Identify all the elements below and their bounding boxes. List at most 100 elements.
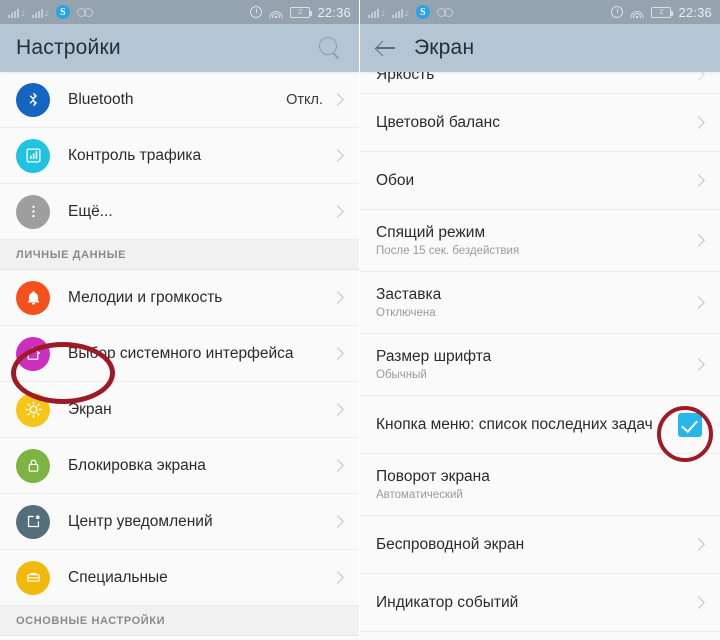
list-item-label: Беспроводной экран (376, 535, 525, 553)
chevron-right-icon (692, 72, 705, 81)
list-item-accessibility[interactable]: Специальные (0, 550, 359, 606)
list-item-label: Цветовой баланс (376, 113, 500, 131)
list-item-label: Спящий режим (376, 224, 486, 241)
section-header-personal: ЛИЧНЫЕ ДАННЫЕ (0, 240, 359, 270)
list-item-display[interactable]: Экран (0, 382, 359, 438)
list-item-wireless-display[interactable]: Беспроводной экран (360, 516, 720, 574)
dual-screenshot: 1 2 S 2 22:36 Настройки Bluetooth Откл. … (0, 0, 720, 640)
chevron-right-icon (331, 291, 344, 304)
back-arrow-icon[interactable] (374, 36, 398, 60)
list-item-wallpaper[interactable]: Обои (360, 152, 720, 210)
bluetooth-icon (16, 82, 50, 117)
list-item-date-time[interactable]: Дата и время (0, 636, 359, 640)
skype-icon: S (415, 5, 430, 19)
battery-icon: 2 (651, 6, 674, 18)
chevron-right-icon (331, 459, 344, 472)
chevron-right-icon (692, 174, 705, 187)
more-dots-icon (16, 194, 50, 229)
list-item-label: Обои (376, 171, 415, 189)
list-item-label: Центр уведомлений (68, 512, 213, 530)
list-item-color-balance[interactable]: Цветовой баланс (360, 94, 720, 152)
status-bar-clock: 22:36 (317, 4, 351, 20)
list-item-value: Откл. (286, 91, 323, 108)
accessibility-icon (16, 560, 50, 595)
voicemail-icon (436, 7, 453, 17)
chevron-right-icon (331, 93, 344, 106)
wifi-icon (269, 7, 283, 18)
list-item-label: Блокировка экрана (68, 456, 206, 474)
list-item-label: Ещё... (68, 202, 113, 220)
list-item-label: Индикатор событий (376, 593, 519, 611)
voicemail-icon (76, 7, 93, 17)
list-item-brightness[interactable]: Яркость (360, 72, 720, 94)
settings-list-left[interactable]: Bluetooth Откл. Контроль трафика Ещё... … (0, 72, 359, 640)
list-item-label: Размер шрифта (376, 348, 492, 365)
list-item-font-size[interactable]: Размер шрифта Обычный (360, 334, 720, 396)
app-bar-left: Настройки (0, 24, 359, 72)
chevron-right-icon (331, 515, 344, 528)
battery-level-text: 2 (659, 8, 664, 16)
list-item-subtitle: Автоматический (376, 489, 463, 501)
list-item-label: Экран (68, 400, 112, 418)
list-item-label: Заставка (376, 286, 442, 303)
chevron-right-icon (692, 116, 705, 129)
chevron-right-icon (692, 234, 705, 247)
chevron-right-icon (331, 403, 344, 416)
chevron-right-icon (331, 571, 344, 584)
list-item-screensaver[interactable]: Заставка Отключена (360, 272, 720, 334)
status-bar-right: 1 2 S 2 22:36 (360, 0, 720, 24)
page-title: Экран (414, 36, 475, 59)
list-item-traffic-control[interactable]: Контроль трафика (0, 128, 359, 184)
battery-icon: 2 (290, 6, 313, 18)
battery-level-text: 2 (298, 8, 303, 16)
list-item-label: Контроль трафика (68, 146, 202, 164)
signal-sim1-icon: 1 (368, 7, 385, 18)
page-title: Настройки (16, 36, 121, 59)
skype-icon: S (55, 5, 70, 19)
list-item-screen-rotation[interactable]: Поворот экрана Автоматический (360, 454, 720, 516)
list-item-notification-center[interactable]: Центр уведомлений (0, 494, 359, 550)
menu-button-checkbox[interactable] (678, 412, 702, 437)
list-item-label: Мелодии и громкость (68, 288, 223, 306)
home-icon (16, 336, 50, 371)
signal-sim2-icon: 2 (391, 7, 409, 18)
alarm-icon (611, 6, 624, 18)
list-item-screen-lock[interactable]: Блокировка экрана (0, 438, 359, 494)
list-item-label: Выбор системного интерфейса (68, 344, 294, 362)
list-item-sounds-volume[interactable]: Мелодии и громкость (0, 270, 359, 326)
settings-list-right[interactable]: Яркость Цветовой баланс Обои Спящий режи… (360, 72, 720, 632)
list-item-subtitle: Обычный (376, 369, 427, 381)
list-item-system-interface[interactable]: Выбор системного интерфейса (0, 326, 359, 382)
chevron-right-icon (331, 205, 344, 218)
notification-center-icon (16, 504, 50, 539)
search-icon[interactable] (317, 35, 343, 61)
app-bar-right: Экран (360, 24, 720, 72)
list-item-label: Bluetooth (68, 90, 134, 108)
chevron-right-icon (331, 149, 344, 162)
list-item-label: Поворот экрана (376, 468, 490, 485)
signal-sim1-icon: 1 (8, 7, 25, 18)
brightness-sun-icon (16, 392, 50, 427)
alarm-icon (250, 6, 263, 18)
data-usage-icon (16, 138, 50, 173)
list-item-event-indicator[interactable]: Индикатор событий (360, 574, 720, 632)
lock-icon (16, 448, 50, 483)
chevron-right-icon (692, 358, 705, 371)
list-item-label: Кнопка меню: список последних задач (376, 415, 653, 433)
chevron-right-icon (692, 296, 705, 309)
list-item-label: Яркость (376, 72, 435, 83)
bell-icon (16, 280, 50, 315)
list-item-more[interactable]: Ещё... (0, 184, 359, 240)
list-item-subtitle: После 15 сек. бездействия (376, 245, 520, 257)
status-bar-clock: 22:36 (678, 4, 712, 20)
list-item-menu-button-recents[interactable]: Кнопка меню: список последних задач (360, 396, 720, 454)
section-header-general: ОСНОВНЫЕ НАСТРОЙКИ (0, 606, 359, 636)
wifi-icon (630, 7, 644, 18)
chevron-right-icon (331, 347, 344, 360)
list-item-sleep-mode[interactable]: Спящий режим После 15 сек. бездействия (360, 210, 720, 272)
right-phone-screen: 1 2 S 2 22:36 Экран Яркость Цветовой бал… (360, 0, 720, 640)
list-item-bluetooth[interactable]: Bluetooth Откл. (0, 72, 359, 128)
list-item-subtitle: Отключена (376, 307, 436, 319)
list-item-label: Специальные (68, 568, 168, 586)
status-bar-left: 1 2 S 2 22:36 (0, 0, 359, 24)
